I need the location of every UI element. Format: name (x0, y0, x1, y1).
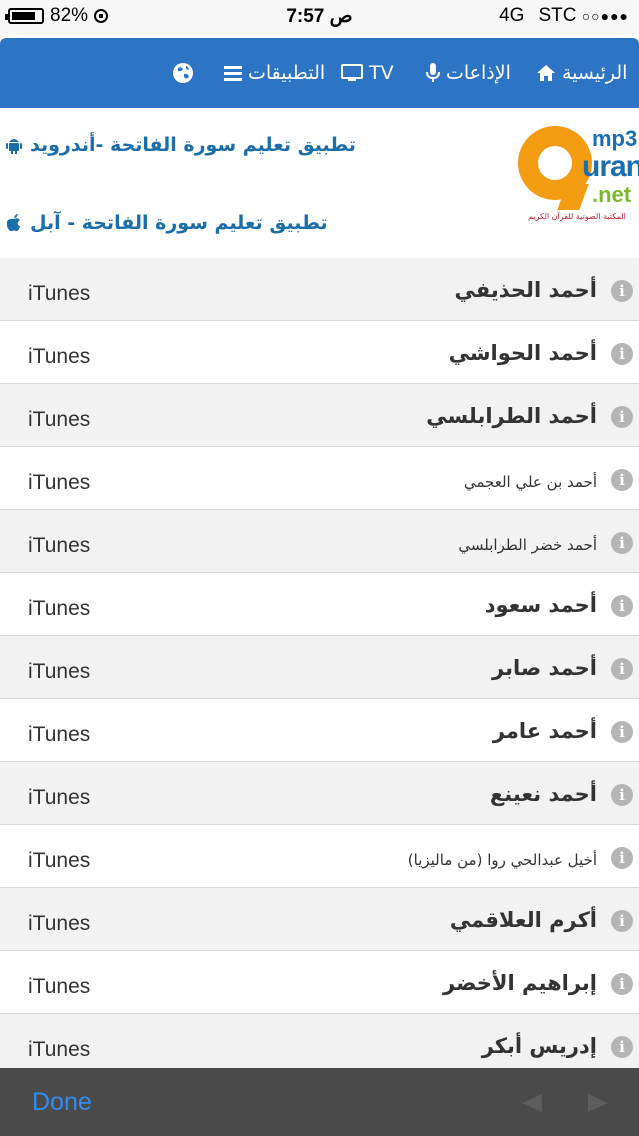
list-item[interactable]: iTunes أخيل عبدالحي روا (من ماليزيا) i (0, 825, 639, 888)
itunes-link[interactable]: iTunes (28, 471, 90, 495)
logo-net-text: .net (592, 182, 632, 207)
list-item[interactable]: iTunes أحمد بن علي العجمي i (0, 447, 639, 510)
nav-radios-label: الإذاعات (446, 62, 511, 84)
info-icon[interactable]: i (611, 532, 633, 554)
reciter-name[interactable]: أحمد الحذيفي (455, 278, 597, 302)
carrier-name: STC ○○●●● (538, 5, 629, 26)
nav-radios[interactable]: الإذاعات (426, 62, 511, 84)
list-item[interactable]: iTunes أكرم العلاقمي i (0, 888, 639, 951)
itunes-link[interactable]: iTunes (28, 345, 90, 369)
android-app-link[interactable]: تطبيق تعليم سورة الفاتحة -أندرويد (6, 134, 356, 156)
list-item[interactable]: iTunes أحمد الحذيفي i (0, 258, 639, 321)
itunes-link[interactable]: iTunes (28, 534, 90, 558)
itunes-link[interactable]: iTunes (28, 1038, 90, 1062)
reciter-name[interactable]: أخيل عبدالحي روا (من ماليزيا) (408, 851, 597, 869)
info-icon[interactable]: i (611, 658, 633, 680)
reciter-name[interactable]: أحمد عامر (493, 719, 597, 743)
info-icon[interactable]: i (611, 343, 633, 365)
menu-icon (224, 66, 242, 81)
itunes-link[interactable]: iTunes (28, 912, 90, 936)
previous-arrow-icon[interactable] (522, 1094, 542, 1112)
list-item[interactable]: iTunes أحمد صابر i (0, 636, 639, 699)
list-item[interactable]: iTunes أحمد خضر الطرابلسي i (0, 510, 639, 573)
itunes-link[interactable]: iTunes (28, 282, 90, 306)
tv-icon (341, 64, 363, 81)
next-arrow-icon[interactable] (588, 1094, 608, 1112)
nav-tv[interactable]: TV (341, 62, 394, 84)
top-navbar: التطبيقات TV الإذاعات الرئيسية (0, 38, 639, 108)
network-type: 4G (499, 5, 525, 26)
itunes-link[interactable]: iTunes (28, 597, 90, 621)
language-globe-button[interactable] (172, 62, 194, 84)
info-icon[interactable]: i (611, 1036, 633, 1058)
bottom-toolbar: Done (0, 1068, 639, 1136)
list-item[interactable]: iTunes أحمد عامر i (0, 699, 639, 762)
info-icon[interactable]: i (611, 910, 633, 932)
reciter-name[interactable]: أحمد صابر (492, 656, 597, 680)
nav-apps[interactable]: التطبيقات (224, 62, 325, 84)
home-icon (537, 65, 555, 81)
reciter-name[interactable]: أحمد خضر الطرابلسي (458, 536, 597, 554)
apple-icon (6, 214, 20, 232)
reciter-name[interactable]: أحمد نعينع (490, 782, 597, 806)
logo-mp3-text: mp3 (592, 126, 638, 151)
list-item[interactable]: iTunes إبراهيم الأخضر i (0, 951, 639, 1014)
info-icon[interactable]: i (611, 973, 633, 995)
itunes-link[interactable]: iTunes (28, 786, 90, 810)
status-bar: 82% 7:57 ص 4G STC ○○●●● (0, 0, 639, 34)
info-icon[interactable]: i (611, 595, 633, 617)
list-item[interactable]: iTunes أحمد نعينع i (0, 762, 639, 825)
done-button[interactable]: Done (32, 1088, 92, 1117)
signal-strength-icon: ○○●●● (581, 8, 629, 24)
info-icon[interactable]: i (611, 721, 633, 743)
apple-app-link-label: تطبيق تعليم سورة الفاتحة - آبل (30, 212, 328, 234)
android-app-link-label: تطبيق تعليم سورة الفاتحة -أندرويد (30, 134, 356, 156)
itunes-link[interactable]: iTunes (28, 849, 90, 873)
reciter-name[interactable]: أكرم العلاقمي (450, 908, 597, 932)
nav-tv-label: TV (369, 62, 394, 84)
list-item[interactable]: iTunes أحمد الحواشي i (0, 321, 639, 384)
microphone-icon (426, 63, 440, 82)
itunes-link[interactable]: iTunes (28, 660, 90, 684)
itunes-link[interactable]: iTunes (28, 975, 90, 999)
itunes-link[interactable]: iTunes (28, 408, 90, 432)
android-icon (6, 139, 22, 154)
reciter-list: iTunes أحمد الحذيفي i iTunes أحمد الحواشي i iT… (0, 258, 639, 1077)
reciter-name[interactable]: أحمد بن علي العجمي (464, 473, 597, 491)
nav-home[interactable]: الرئيسية (536, 62, 627, 84)
logo-tagline: المكتبة الصوتية للقرآن الكريم (528, 212, 626, 221)
apple-app-link[interactable]: تطبيق تعليم سورة الفاتحة - آبل (6, 212, 328, 234)
reciter-name[interactable]: أحمد الطرابلسي (426, 404, 597, 428)
reciter-name[interactable]: أحمد الحواشي (449, 341, 597, 365)
list-item[interactable]: iTunes أحمد سعود i (0, 573, 639, 636)
reciter-name[interactable]: أحمد سعود (485, 593, 597, 617)
mp3quran-logo[interactable]: mp3 uran .net المكتبة الصوتية للقرآن الك… (516, 122, 639, 226)
nav-apps-label: التطبيقات (248, 62, 326, 84)
logo-uran-text: uran (582, 150, 639, 183)
info-icon[interactable]: i (611, 280, 633, 302)
info-icon[interactable]: i (611, 784, 633, 806)
list-item[interactable]: iTunes أحمد الطرابلسي i (0, 384, 639, 447)
itunes-link[interactable]: iTunes (28, 723, 90, 747)
reciter-name[interactable]: إبراهيم الأخضر (443, 971, 597, 995)
info-icon[interactable]: i (611, 406, 633, 428)
info-icon[interactable]: i (611, 847, 633, 869)
globe-icon (173, 63, 193, 83)
reciter-name[interactable]: إدريس أبكر (482, 1034, 597, 1058)
info-icon[interactable]: i (611, 469, 633, 491)
nav-home-label: الرئيسية (562, 62, 628, 84)
